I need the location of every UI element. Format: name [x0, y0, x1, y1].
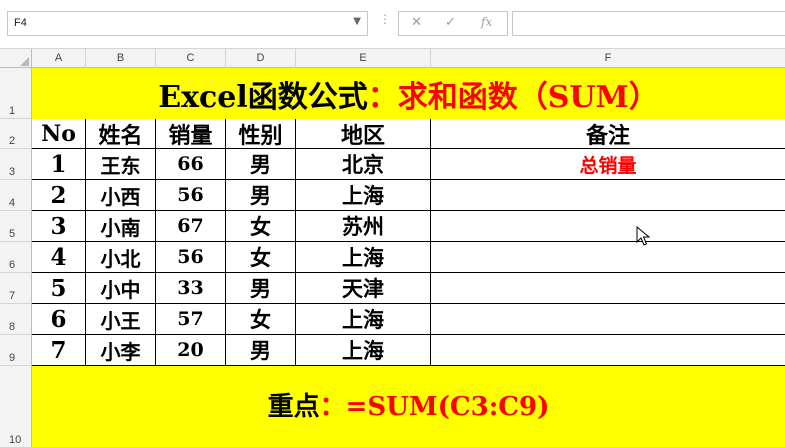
- row-header-5[interactable]: 5: [0, 211, 31, 242]
- cell-sales[interactable]: 56: [156, 180, 226, 211]
- cell-no[interactable]: 3: [32, 211, 86, 242]
- cell-no[interactable]: 4: [32, 242, 86, 273]
- column-header-e[interactable]: E: [296, 49, 431, 68]
- column-headers: A B C D E F: [0, 48, 785, 68]
- cell-region[interactable]: 上海: [296, 180, 431, 211]
- cell-name[interactable]: 小李: [86, 335, 156, 366]
- more-options-icon[interactable]: ⋮: [379, 13, 391, 25]
- chevron-down-icon[interactable]: ▼: [353, 16, 361, 27]
- column-header-b[interactable]: B: [86, 49, 156, 68]
- cell-region[interactable]: 北京: [296, 149, 431, 180]
- row-headers: 1 2 3 4 5 6 7 8 9 10: [0, 68, 32, 447]
- insert-function-icon[interactable]: fx: [481, 15, 492, 29]
- row-number: 6: [9, 259, 16, 271]
- row-number: 3: [9, 166, 16, 178]
- name-box-value: F4: [14, 17, 27, 29]
- header-gender[interactable]: 性别: [226, 119, 296, 149]
- row-header-7[interactable]: 7: [0, 273, 31, 304]
- cell-name[interactable]: 小北: [86, 242, 156, 273]
- cell-remark[interactable]: [431, 180, 785, 211]
- row-header-1[interactable]: 1: [0, 68, 31, 119]
- cell-remark[interactable]: [431, 211, 785, 242]
- cell-name[interactable]: 小中: [86, 273, 156, 304]
- header-name[interactable]: 姓名: [86, 119, 156, 149]
- cell-gender[interactable]: 女: [226, 304, 296, 335]
- header-sales[interactable]: 销量: [156, 119, 226, 149]
- cell-remark[interactable]: [431, 335, 785, 366]
- row-number: 7: [9, 290, 16, 302]
- title-accent: ：求和函数（SUM）: [367, 80, 659, 115]
- row-header-2[interactable]: 2: [0, 119, 31, 149]
- header-region[interactable]: 地区: [296, 119, 431, 149]
- column-header-c[interactable]: C: [156, 49, 226, 68]
- row-number: 4: [9, 197, 16, 209]
- row-number: 9: [9, 352, 16, 364]
- name-box[interactable]: F4 ▼: [7, 11, 368, 36]
- cell-no[interactable]: 6: [32, 304, 86, 335]
- row-header-9[interactable]: 9: [0, 335, 31, 366]
- mouse-pointer-icon: [636, 226, 650, 246]
- cell-region[interactable]: 天津: [296, 273, 431, 304]
- row-number: 8: [9, 321, 16, 333]
- column-header-a[interactable]: A: [32, 49, 86, 68]
- cell-sales[interactable]: 57: [156, 304, 226, 335]
- column-header-d[interactable]: D: [226, 49, 296, 68]
- cell-sales[interactable]: 20: [156, 335, 226, 366]
- cell-gender[interactable]: 女: [226, 242, 296, 273]
- check-icon[interactable]: ✓: [445, 15, 456, 30]
- select-all-icon: [20, 57, 29, 66]
- row-header-6[interactable]: 6: [0, 242, 31, 273]
- footer-formula: ：=SUM(C3:C9): [319, 391, 550, 422]
- row-number: 1: [9, 105, 16, 117]
- row-header-8[interactable]: 8: [0, 304, 31, 335]
- cell-region[interactable]: 上海: [296, 304, 431, 335]
- cell-no[interactable]: 1: [32, 149, 86, 180]
- footer-label: 重点: [267, 391, 320, 422]
- select-all-button[interactable]: [0, 49, 32, 68]
- row-header-4[interactable]: 4: [0, 180, 31, 211]
- cell-sales[interactable]: 67: [156, 211, 226, 242]
- cell-remark[interactable]: 总销量: [431, 149, 785, 180]
- cell-region[interactable]: 上海: [296, 335, 431, 366]
- cell-name[interactable]: 王东: [86, 149, 156, 180]
- formula-buttons: ✕ ✓ fx: [398, 11, 508, 36]
- cell-sales[interactable]: 56: [156, 242, 226, 273]
- footer-note: 重点 ：=SUM(C3:C9): [32, 380, 785, 428]
- cell-region[interactable]: 苏州: [296, 211, 431, 242]
- cell-gender[interactable]: 男: [226, 335, 296, 366]
- row-number: 10: [9, 434, 22, 446]
- sheet-title: Excel函数公式 ：求和函数（SUM）: [32, 70, 785, 118]
- cell-gender[interactable]: 男: [226, 273, 296, 304]
- formula-input[interactable]: [512, 11, 785, 36]
- cell-no[interactable]: 7: [32, 335, 86, 366]
- cell-remark[interactable]: [431, 242, 785, 273]
- row-header-3[interactable]: 3: [0, 149, 31, 180]
- cell-no[interactable]: 2: [32, 180, 86, 211]
- formula-bar-area: F4 ▼ ⋮ ✕ ✓ fx: [0, 0, 785, 48]
- worksheet-grid[interactable]: Excel函数公式 ：求和函数（SUM） No 姓名 销量 性别 地区 备注 1 …: [32, 68, 785, 447]
- row-number: 2: [9, 135, 16, 147]
- column-header-f[interactable]: F: [431, 49, 785, 68]
- cell-name[interactable]: 小西: [86, 180, 156, 211]
- cell-gender[interactable]: 男: [226, 149, 296, 180]
- title-main: Excel函数公式: [158, 80, 368, 115]
- cell-gender[interactable]: 男: [226, 180, 296, 211]
- cell-remark[interactable]: [431, 273, 785, 304]
- cell-no[interactable]: 5: [32, 273, 86, 304]
- cell-gender[interactable]: 女: [226, 211, 296, 242]
- cell-sales[interactable]: 66: [156, 149, 226, 180]
- cell-region[interactable]: 上海: [296, 242, 431, 273]
- cell-remark[interactable]: [431, 304, 785, 335]
- cell-sales[interactable]: 33: [156, 273, 226, 304]
- row-header-10[interactable]: 10: [0, 366, 31, 447]
- row-number: 5: [9, 228, 16, 240]
- header-no[interactable]: No: [32, 119, 86, 149]
- cell-name[interactable]: 小王: [86, 304, 156, 335]
- cancel-icon[interactable]: ✕: [411, 15, 422, 30]
- header-remark[interactable]: 备注: [431, 119, 785, 149]
- cell-name[interactable]: 小南: [86, 211, 156, 242]
